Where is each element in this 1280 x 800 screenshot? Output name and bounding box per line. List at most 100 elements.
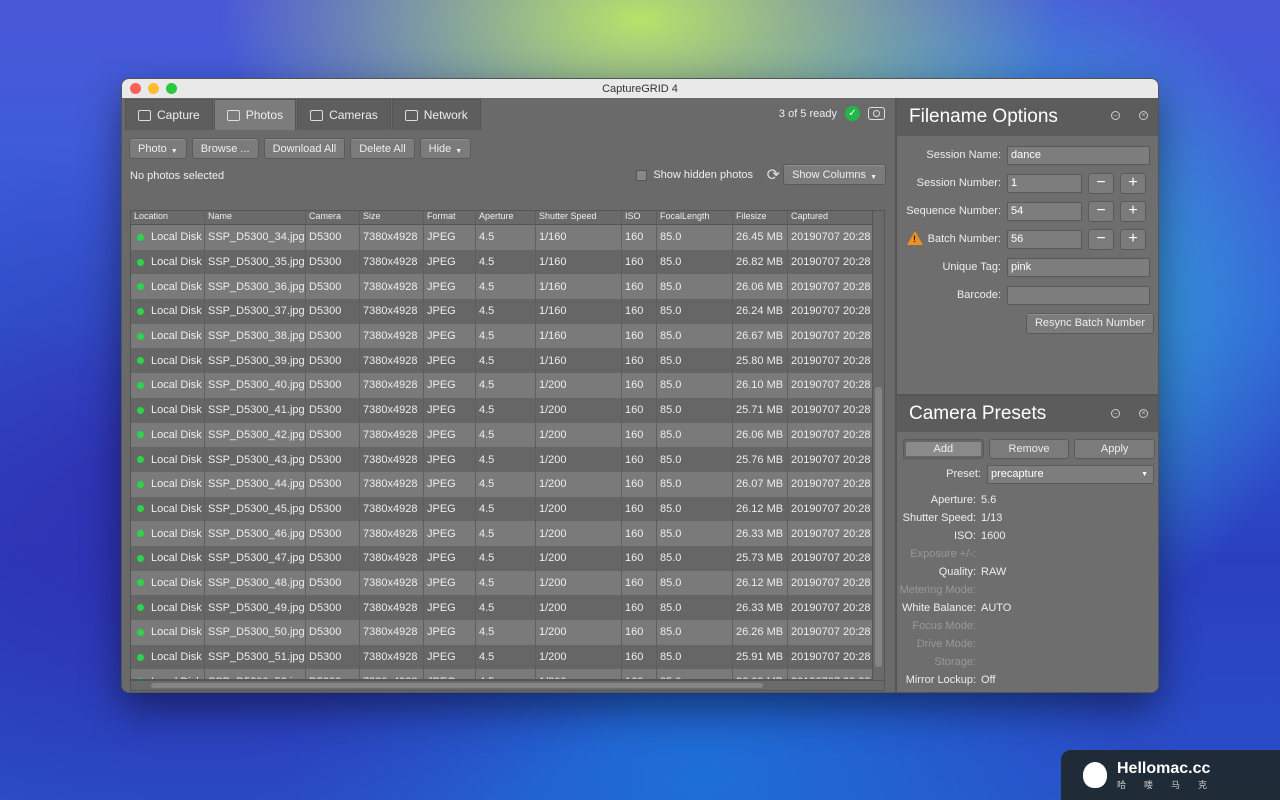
browse-button[interactable]: Browse ... [191,138,259,159]
photo-menu-button[interactable]: Photo ▼ [129,138,187,159]
cell-text: SSP_D5300_36.jpg [208,280,305,293]
increment-button[interactable]: + [1120,228,1146,250]
table-cell: 7380x4928 [360,496,424,522]
vertical-scrollbar[interactable] [872,211,884,681]
increment-button[interactable]: + [1120,172,1146,194]
table-row[interactable]: Local Disk SSP_D5300_50.jpg D5300 7380x4928… [131,620,873,645]
session-name-field[interactable]: dance [1007,145,1150,165]
collapse-icon[interactable]: – [1111,409,1120,418]
table-cell: 26.09 MB [733,669,788,679]
close-icon[interactable]: × [1139,111,1148,120]
scrollbar-thumb[interactable] [151,683,763,688]
collapse-icon[interactable]: – [1111,111,1120,120]
table-row[interactable]: Local Disk SSP_D5300_34.jpg D5300 7380x4928… [131,225,873,250]
apply-preset-button[interactable]: Apply [1074,439,1156,459]
column-header[interactable]: Filesize [733,211,788,224]
table-row[interactable]: Local Disk SSP_D5300_39.jpg D5300 7380x4928… [131,348,873,374]
delete-all-button[interactable]: Delete All [350,138,415,159]
horizontal-scrollbar[interactable] [130,680,885,691]
capture-camera-icon[interactable] [868,107,885,120]
table-row[interactable]: Local Disk SSP_D5300_40.jpg D5300 7380x4928… [131,373,873,398]
cell-text: 26.24 MB [736,305,784,318]
column-header[interactable]: Size [360,211,424,224]
table-cell: 25.80 MB [733,348,788,374]
table-cell: 20190707 20:28 [788,274,873,300]
table-row[interactable]: Local Disk SSP_D5300_36.jpg D5300 7380x4928… [131,274,873,300]
download-all-button[interactable]: Download All [263,138,346,159]
close-icon[interactable]: × [1139,409,1148,418]
add-preset-button[interactable]: Add [903,439,984,459]
table-cell: Local Disk [131,447,205,472]
scrollbar-thumb[interactable] [875,387,882,667]
table-row[interactable]: Local Disk SSP_D5300_46.jpg D5300 7380x4928… [131,521,873,546]
tab-capture[interactable]: Capture [125,99,213,130]
column-header[interactable]: Captured [788,211,873,224]
table-cell: 85.0 [657,595,733,620]
minimize-window-button[interactable] [148,83,159,94]
table-cell: JPEG [424,644,476,670]
refresh-icon[interactable]: ⟳ [767,165,780,185]
preset-field-value: RAW [981,566,1007,578]
table-cell: 20190707 20:28 [788,595,873,620]
hide-menu-button[interactable]: Hide ▼ [419,138,472,159]
column-header[interactable]: Location [131,211,205,224]
show-hidden-toggle[interactable]: Show hidden photos [636,169,753,181]
decrement-button[interactable]: − [1088,200,1114,222]
table-row[interactable]: Local Disk SSP_D5300_47.jpg D5300 7380x4928… [131,545,873,571]
column-header[interactable]: Format [424,211,476,224]
cell-text: D5300 [309,354,342,367]
table-row[interactable]: Local Disk SSP_D5300_49.jpg D5300 7380x4928… [131,595,873,620]
unique-tag-field[interactable]: pink [1007,257,1150,277]
status-dot-icon [137,258,144,266]
table-row[interactable]: Local Disk SSP_D5300_35.jpg D5300 7380x4928… [131,249,873,275]
cell-text: D5300 [309,280,342,293]
field-label: Unique Tag: [942,261,1001,273]
cell-text: 85.0 [660,404,682,417]
column-header[interactable]: Name [205,211,306,224]
column-header[interactable]: Shutter Speed [536,211,622,224]
close-window-button[interactable] [130,83,141,94]
session-number-field[interactable]: 1 [1007,173,1082,193]
table-row[interactable]: Local Disk SSP_D5300_37.jpg D5300 7380x4928… [131,299,873,324]
batch-number-field[interactable]: 56 [1007,229,1082,249]
table-row[interactable]: Local Disk SSP_D5300_51.jpg D5300 7380x4928… [131,644,873,670]
status-dot-icon [137,406,144,414]
table-row[interactable]: Local Disk SSP_D5300_45.jpg D5300 7380x4928… [131,496,873,522]
table-cell: Local Disk [131,274,205,300]
preset-select[interactable]: precapture ▼ [987,464,1154,484]
table-row[interactable]: Local Disk SSP_D5300_43.jpg D5300 7380x4928… [131,447,873,472]
increment-button[interactable]: + [1120,200,1146,222]
column-header[interactable]: Aperture [476,211,536,224]
barcode-field[interactable] [1007,285,1150,305]
table-row[interactable]: Local Disk SSP_D5300_52.jpg D5300 7380x4928… [131,669,873,679]
table-row[interactable]: Local Disk SSP_D5300_38.jpg D5300 7380x4928… [131,323,873,349]
tab-network[interactable]: Network [391,99,481,130]
preset-actions: Add Remove Apply [897,432,1158,459]
zoom-window-button[interactable] [166,83,177,94]
table-row[interactable]: Local Disk SSP_D5300_42.jpg D5300 7380x4928… [131,422,873,448]
table-cell: 20190707 20:28 [788,225,873,250]
cell-text: 1/200 [539,626,567,639]
resync-batch-number-button[interactable]: Resync Batch Number [1025,312,1154,334]
remove-preset-button[interactable]: Remove [988,439,1070,459]
column-header[interactable]: ISO [622,211,657,224]
cell-text: 160 [625,552,644,565]
cell-text: 85.0 [660,453,682,466]
column-header[interactable]: Camera [306,211,360,224]
cell-text: 26.07 MB [736,478,784,491]
table-cell: SSP_D5300_42.jpg [205,422,306,448]
table-row[interactable]: Local Disk SSP_D5300_48.jpg D5300 7380x4928… [131,570,873,596]
decrement-button[interactable]: − [1088,172,1114,194]
decrement-button[interactable]: − [1088,228,1114,250]
table-cell: 20190707 20:28 [788,620,873,645]
cell-text: 4.5 [479,576,495,589]
tab-photos[interactable]: Photos [213,99,297,130]
column-header[interactable]: FocalLength [657,211,733,224]
cell-text: 20190707 20:28 [791,354,871,367]
table-row[interactable]: Local Disk SSP_D5300_41.jpg D5300 7380x4928… [131,397,873,423]
sequence-number-field[interactable]: 54 [1007,201,1082,221]
show-columns-button[interactable]: Show Columns ▼ [783,164,886,185]
table-row[interactable]: Local Disk SSP_D5300_44.jpg D5300 7380x4928… [131,471,873,497]
show-hidden-checkbox[interactable] [636,169,648,181]
tab-cameras[interactable]: Cameras [297,99,391,130]
